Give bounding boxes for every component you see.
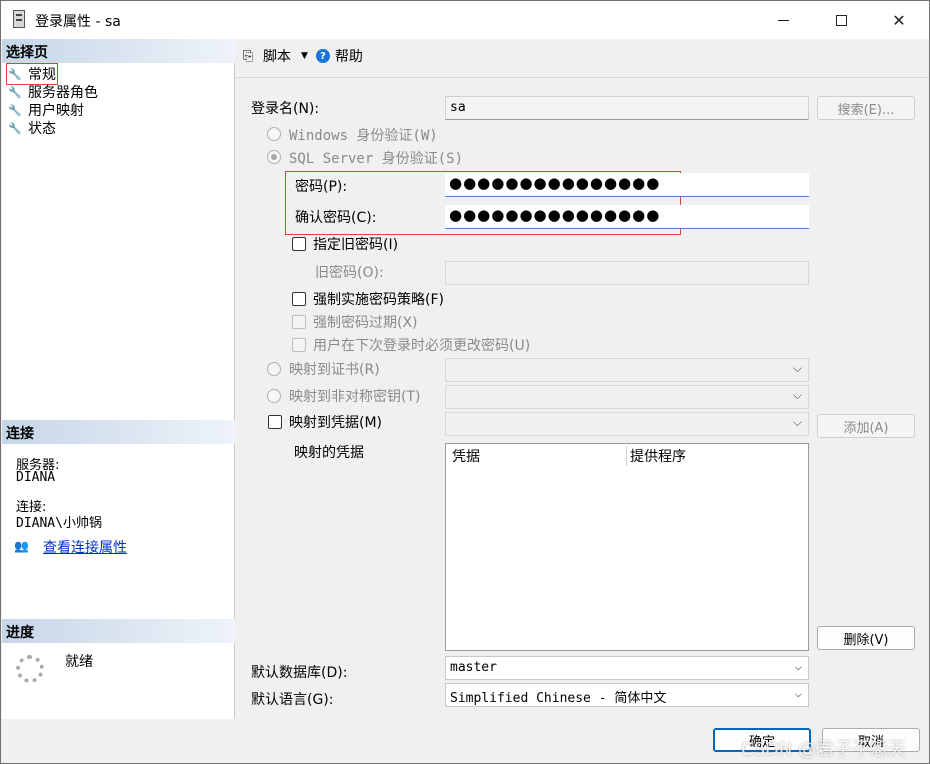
help-button[interactable]: 帮助 (335, 46, 363, 66)
login-name-label: 登录名(N): (251, 101, 320, 117)
password-label: 密码(P): (295, 179, 348, 195)
enforce-policy-label: 强制实施密码策略(F) (313, 292, 444, 308)
close-icon: ✕ (892, 10, 906, 30)
default-database-dropdown[interactable]: master (445, 656, 809, 680)
script-button[interactable]: 脚本 (263, 46, 291, 66)
column-header-credential[interactable]: 凭据 (452, 446, 480, 466)
login-name-field[interactable]: sa (445, 96, 809, 120)
app-icon (13, 10, 25, 28)
mapped-credentials-label: 映射的凭据 (294, 445, 364, 461)
progress-header: 进度 (2, 619, 235, 643)
nav-item-label: 服务器角色 (28, 85, 98, 101)
connection-value: DIANA\小帅锅 (16, 516, 102, 531)
nav-item-label: 用户映射 (28, 103, 84, 119)
default-language-label: 默认语言(G): (251, 692, 334, 708)
credential-dropdown[interactable] (445, 412, 809, 436)
script-icon: ⎘ (243, 48, 254, 64)
nav-item-server-roles[interactable]: 🔧 服务器角色 (8, 83, 98, 101)
left-panel: 选择页 🔧 常规 🔧 服务器角色 🔧 用户映射 🔧 状态 连接 服务器: DIA… (2, 39, 235, 719)
add-button[interactable]: 添加(A) (817, 414, 915, 438)
mapped-credentials-grid[interactable]: 凭据 提供程序 (445, 443, 809, 651)
specify-old-password-checkbox[interactable] (292, 237, 306, 251)
map-credential-label: 映射到凭据(M) (289, 415, 383, 431)
toolbar: ⎘ 脚本 ▼ ? 帮助 (243, 45, 363, 67)
title-bar: 登录属性 - sa ✕ (1, 1, 929, 39)
enforce-expiration-label: 强制密码过期(X) (313, 315, 418, 331)
connection-header: 连接 (2, 420, 235, 444)
enforce-policy-checkbox[interactable] (292, 292, 306, 306)
window-title: 登录属性 - sa (35, 14, 121, 30)
old-password-field[interactable] (445, 261, 809, 285)
default-language-dropdown[interactable]: Simplified Chinese - 简体中文 (445, 683, 809, 707)
minimize-button[interactable] (753, 1, 813, 39)
asymmetric-key-dropdown[interactable] (445, 385, 809, 409)
must-change-checkbox[interactable] (292, 338, 306, 352)
search-button[interactable]: 搜索(E)... (817, 96, 915, 120)
specify-old-password-label: 指定旧密码(I) (313, 237, 399, 253)
confirm-password-label: 确认密码(C): (295, 210, 377, 226)
map-credential-checkbox[interactable] (268, 415, 282, 429)
map-certificate-radio[interactable] (267, 362, 281, 376)
wrench-icon: 🔧 (8, 67, 22, 81)
certificate-dropdown[interactable] (445, 358, 809, 382)
column-separator[interactable] (626, 446, 627, 466)
select-page-header: 选择页 (2, 39, 235, 63)
map-asymmetric-key-radio[interactable] (267, 389, 281, 403)
maximize-icon (835, 14, 847, 26)
old-password-label: 旧密码(O): (315, 265, 384, 281)
enforce-expiration-checkbox[interactable] (292, 315, 306, 329)
wrench-icon: 🔧 (8, 103, 22, 117)
default-database-label: 默认数据库(D): (251, 665, 348, 681)
sql-auth-label: SQL Server 身份验证(S) (289, 151, 464, 167)
wrench-icon: 🔧 (8, 121, 22, 135)
must-change-label: 用户在下次登录时必须更改密码(U) (313, 338, 531, 354)
progress-status: 就绪 (65, 654, 93, 670)
map-asymmetric-key-label: 映射到非对称密钥(T) (289, 389, 421, 405)
toolbar-divider (235, 77, 929, 78)
chevron-down-icon[interactable]: ▼ (301, 51, 308, 61)
view-connection-properties-link[interactable]: 查看连接属性 (43, 537, 127, 557)
people-icon: 👥 (14, 539, 29, 553)
progress-spinner-icon (16, 655, 44, 683)
map-certificate-label: 映射到证书(R) (289, 362, 380, 378)
windows-auth-label: Windows 身份验证(W) (289, 128, 438, 144)
maximize-button[interactable] (811, 1, 871, 39)
nav-item-user-mapping[interactable]: 🔧 用户映射 (8, 101, 84, 119)
nav-item-general[interactable]: 🔧 常规 (6, 63, 58, 85)
minimize-icon (777, 19, 789, 21)
column-header-provider[interactable]: 提供程序 (630, 446, 686, 466)
nav-item-label: 状态 (28, 121, 56, 137)
confirm-password-field[interactable]: ●●●●●●●●●●●●●●● (445, 205, 809, 229)
wrench-icon: 🔧 (8, 85, 22, 99)
nav-item-status[interactable]: 🔧 状态 (8, 119, 56, 137)
server-value: DIANA (16, 470, 56, 485)
help-icon: ? (315, 49, 330, 63)
nav-item-label: 常规 (28, 67, 56, 83)
remove-button[interactable]: 删除(V) (817, 626, 915, 650)
close-button[interactable]: ✕ (869, 1, 929, 39)
watermark-text: CSDN @君子不怨天 (741, 739, 907, 760)
login-properties-window: 登录属性 - sa ✕ 选择页 🔧 常规 🔧 服务器角色 🔧 用户映射 🔧 状态… (0, 0, 930, 764)
windows-auth-radio[interactable] (267, 127, 281, 141)
sql-auth-radio[interactable] (267, 150, 281, 164)
password-field[interactable]: ●●●●●●●●●●●●●●● (445, 173, 809, 197)
